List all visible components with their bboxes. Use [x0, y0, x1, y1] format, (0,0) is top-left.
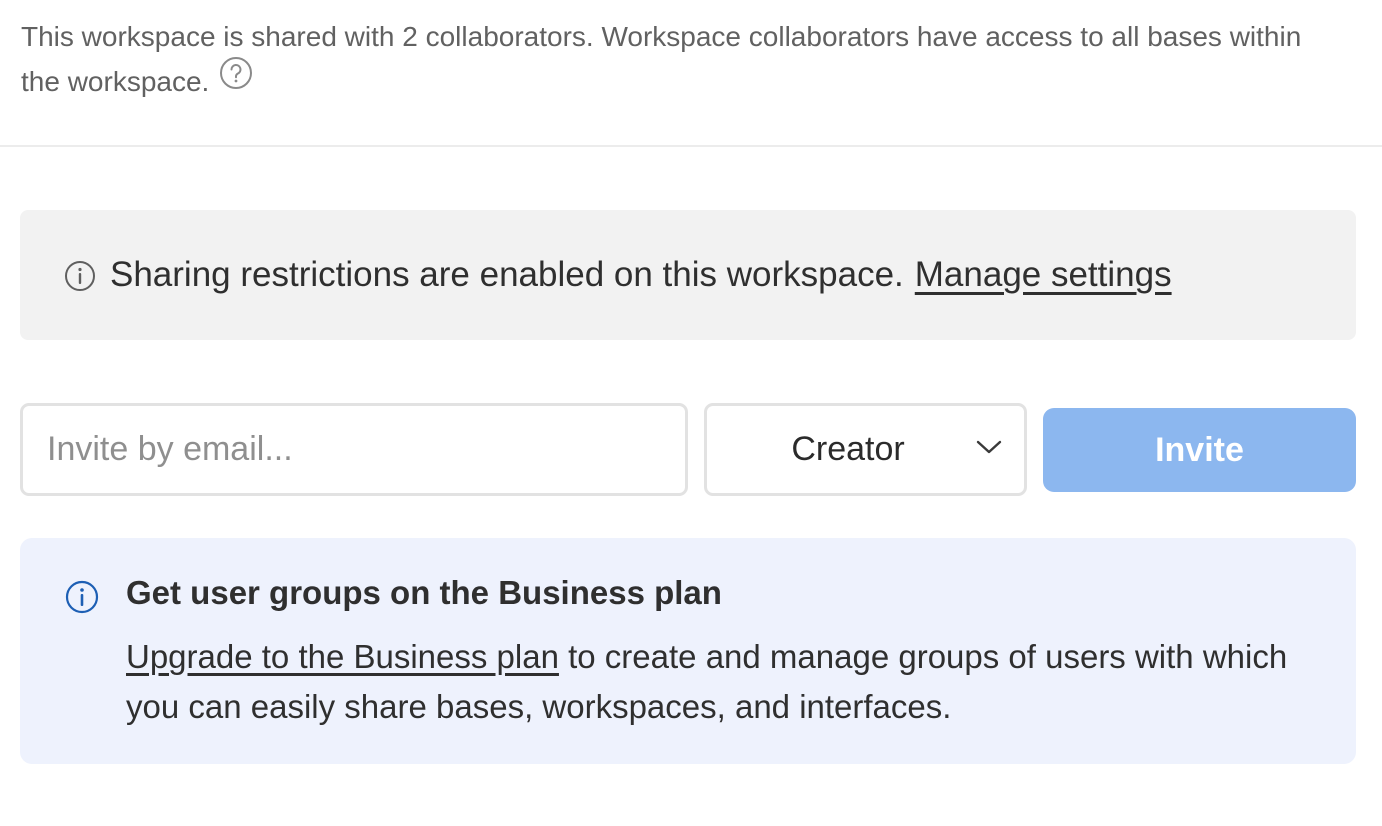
invite-button[interactable]: Invite	[1043, 408, 1356, 492]
workspace-description: This workspace is shared with 2 collabor…	[21, 14, 1321, 104]
business-plan-promo: Get user groups on the Business plan Upg…	[20, 538, 1356, 764]
workspace-sharing-panel: This workspace is shared with 2 collabor…	[0, 0, 1382, 826]
info-icon	[64, 260, 96, 292]
info-icon	[65, 580, 99, 614]
restriction-text: Sharing restrictions are enabled on this…	[110, 255, 904, 294]
manage-settings-link[interactable]: Manage settings	[915, 255, 1172, 295]
promo-title: Get user groups on the Business plan	[126, 574, 722, 611]
role-select[interactable]: Creator	[704, 403, 1027, 496]
role-selected-label: Creator	[791, 430, 905, 468]
question-circle-icon[interactable]	[219, 56, 253, 103]
promo-body: Upgrade to the Business plan to create a…	[126, 632, 1326, 732]
workspace-description-text: This workspace is shared with 2 collabor…	[21, 21, 1302, 97]
chevron-down-icon	[976, 438, 1002, 456]
sharing-restrictions-banner: Sharing restrictions are enabled on this…	[20, 210, 1356, 340]
upgrade-business-plan-link[interactable]: Upgrade to the Business plan	[126, 638, 559, 675]
invite-email-input[interactable]	[20, 403, 688, 496]
section-divider	[0, 145, 1382, 147]
